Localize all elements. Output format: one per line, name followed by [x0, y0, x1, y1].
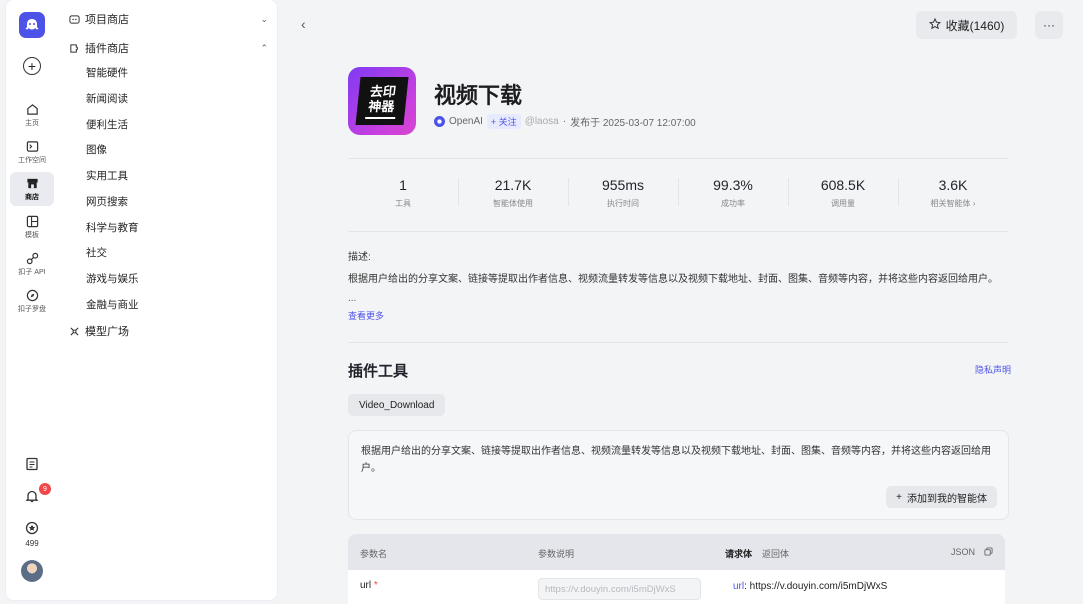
nav-category-news[interactable]: 新闻阅读	[86, 90, 128, 108]
divider	[348, 342, 1008, 343]
nav-plugin-store-label: 插件商店	[85, 43, 129, 55]
home-icon	[25, 102, 39, 116]
nav-category-web-search[interactable]: 网页搜索	[86, 193, 128, 211]
rail-item-label: 扣子 API	[18, 269, 46, 276]
rail-item-api[interactable]: 扣子 API	[10, 247, 54, 281]
stat-exec-time: 955ms 执行时间	[568, 168, 678, 218]
favorite-button[interactable]: 收藏(1460)	[916, 11, 1017, 39]
more-button[interactable]: ···	[1035, 11, 1063, 39]
store-icon	[25, 176, 39, 190]
docs-icon[interactable]	[24, 456, 40, 472]
icon-rail: + 主页 工作空间 商店 模板 扣子 API 扣子罗盘 9 499	[6, 0, 58, 600]
tools-section-title: 插件工具	[348, 363, 409, 380]
points-icon[interactable]	[24, 520, 40, 536]
params-table: 参数名 参数说明 请求体 返回体 JSON url * https://v.do…	[348, 534, 1005, 604]
rail-item-compass[interactable]: 扣子罗盘	[10, 284, 54, 318]
description-label: 描述:	[348, 252, 371, 263]
plugin-title: 视频下载	[434, 83, 523, 108]
tool-tab-video-download[interactable]: Video_Download	[348, 394, 446, 416]
publisher-name[interactable]: OpenAI	[449, 116, 483, 127]
star-icon	[928, 17, 941, 33]
rail-item-label: 模板	[25, 232, 39, 239]
bell-icon[interactable]	[24, 488, 40, 504]
stat-related-bots[interactable]: 3.6K 相关智能体 ›	[898, 168, 1008, 218]
privacy-link[interactable]: 隐私声明	[975, 363, 1011, 376]
tool-description: 根据用户给出的分享文案、链接等提取出作者信息、视频流量转发等信息以及视频下载地址…	[361, 446, 991, 474]
compass-icon	[25, 288, 39, 302]
read-more-link[interactable]: 查看更多	[348, 309, 384, 322]
plus-icon: +	[896, 491, 902, 503]
rail-item-label: 商店	[25, 194, 39, 201]
add-to-bot-label: 添加到我的智能体	[907, 493, 987, 505]
required-marker: *	[373, 580, 378, 591]
plugin-icon-logo: 去印 神器	[355, 77, 409, 125]
rail-item-store[interactable]: 商店	[10, 172, 54, 206]
add-to-bot-button[interactable]: + 添加到我的智能体	[886, 486, 997, 508]
plugin-icon: 去印 神器	[348, 67, 416, 135]
tool-card: 根据用户给出的分享文案、链接等提取出作者信息、视频流量转发等信息以及视频下载地址…	[348, 430, 1009, 520]
coze-logo-icon[interactable]	[19, 12, 45, 38]
nav-category-utilities[interactable]: 实用工具	[86, 167, 128, 185]
rail-item-label: 工作空间	[18, 157, 46, 164]
project-store-icon	[68, 13, 80, 25]
nav-project-store-label: 项目商店	[85, 14, 129, 26]
favorite-label: 收藏(1460)	[945, 18, 1005, 33]
tab-response-body[interactable]: 返回体	[762, 547, 789, 560]
publish-date: 发布于 2025-03-07 12:07:00	[570, 118, 696, 129]
publisher-handle: @laosa	[524, 116, 559, 127]
avatar[interactable]	[21, 560, 43, 582]
json-label: JSON	[951, 547, 976, 557]
chevron-up-icon: ⌃	[260, 42, 268, 53]
nav-project-store[interactable]: 项目商店 ⌄	[68, 8, 268, 30]
notification-badge: 9	[39, 483, 51, 495]
terminal-icon	[25, 139, 39, 153]
rail-item-label: 主页	[25, 120, 39, 127]
stat-call-count: 608.5K 调用量	[788, 168, 898, 218]
back-chevron-icon[interactable]: ‹	[301, 16, 315, 32]
nav-category-social[interactable]: 社交	[86, 244, 107, 262]
divider	[348, 231, 1008, 232]
points-count: 499	[25, 539, 39, 548]
rail-item-label: 扣子罗盘	[18, 306, 46, 313]
col-param-desc: 参数说明	[538, 549, 575, 559]
params-header: 参数名 参数说明 请求体 返回体 JSON	[348, 534, 1005, 570]
nav-category-finance[interactable]: 金融与商业	[86, 296, 139, 314]
nav-category-life[interactable]: 便利生活	[86, 116, 128, 134]
divider	[348, 158, 1008, 159]
nav-category-smart-hardware[interactable]: 智能硬件	[86, 64, 128, 82]
stat-tools: 1 工具	[395, 177, 411, 208]
nav-category-games[interactable]: 游戏与娱乐	[86, 270, 139, 288]
template-icon	[25, 214, 39, 228]
stat-success-rate: 99.3% 成功率	[678, 168, 788, 218]
col-param-name: 参数名	[360, 549, 388, 559]
left-panel: + 主页 工作空间 商店 模板 扣子 API 扣子罗盘 9 499 项目商店 ⌄…	[6, 0, 277, 600]
rail-item-templates[interactable]: 模板	[10, 210, 54, 244]
store-nav: 项目商店 ⌄ 插件商店 ⌃ 智能硬件 新闻阅读 便利生活 图像 实用工具 网页搜…	[58, 0, 277, 600]
tab-request-body[interactable]: 请求体	[725, 547, 752, 560]
description-ellipsis: ...	[348, 293, 357, 304]
meta-separator: ·	[562, 116, 567, 127]
stat-bot-usage: 21.7K 智能体使用	[458, 168, 568, 218]
param-url-input[interactable]: https://v.douyin.com/i5mDjWxS	[538, 578, 701, 600]
nav-model-square-label: 模型广场	[85, 326, 129, 338]
copy-icon[interactable]	[984, 547, 993, 558]
nav-category-science[interactable]: 科学与教育	[86, 219, 139, 237]
nav-plugin-store[interactable]: 插件商店 ⌃	[68, 37, 268, 59]
chevron-down-icon: ⌄	[260, 13, 268, 24]
param-row-name: url *	[360, 580, 378, 591]
plugin-meta: OpenAI + 关注 @laosa · 发布于 2025-03-07 12:0…	[434, 114, 696, 129]
nav-model-square[interactable]: 模型广场	[68, 320, 268, 342]
model-square-icon	[68, 325, 80, 337]
plugin-store-icon	[68, 42, 80, 54]
stats-row: 1 工具 21.7K 智能体使用 955ms 执行时间 99.3% 成功率 608.5K…	[348, 168, 1008, 218]
rail-item-workspace[interactable]: 工作空间	[10, 135, 54, 169]
request-body-value: url: https://v.douyin.com/i5mDjWxS	[733, 581, 888, 592]
link-icon	[25, 251, 39, 265]
rail-item-home[interactable]: 主页	[10, 98, 54, 132]
publisher-avatar-icon	[434, 116, 445, 127]
description-text: 根据用户给出的分享文案、链接等提取出作者信息、视频流量转发等信息以及视频下载地址…	[348, 274, 998, 285]
follow-button[interactable]: + 关注	[486, 114, 521, 129]
nav-category-image[interactable]: 图像	[86, 141, 107, 159]
create-plus-icon[interactable]: +	[23, 57, 41, 75]
